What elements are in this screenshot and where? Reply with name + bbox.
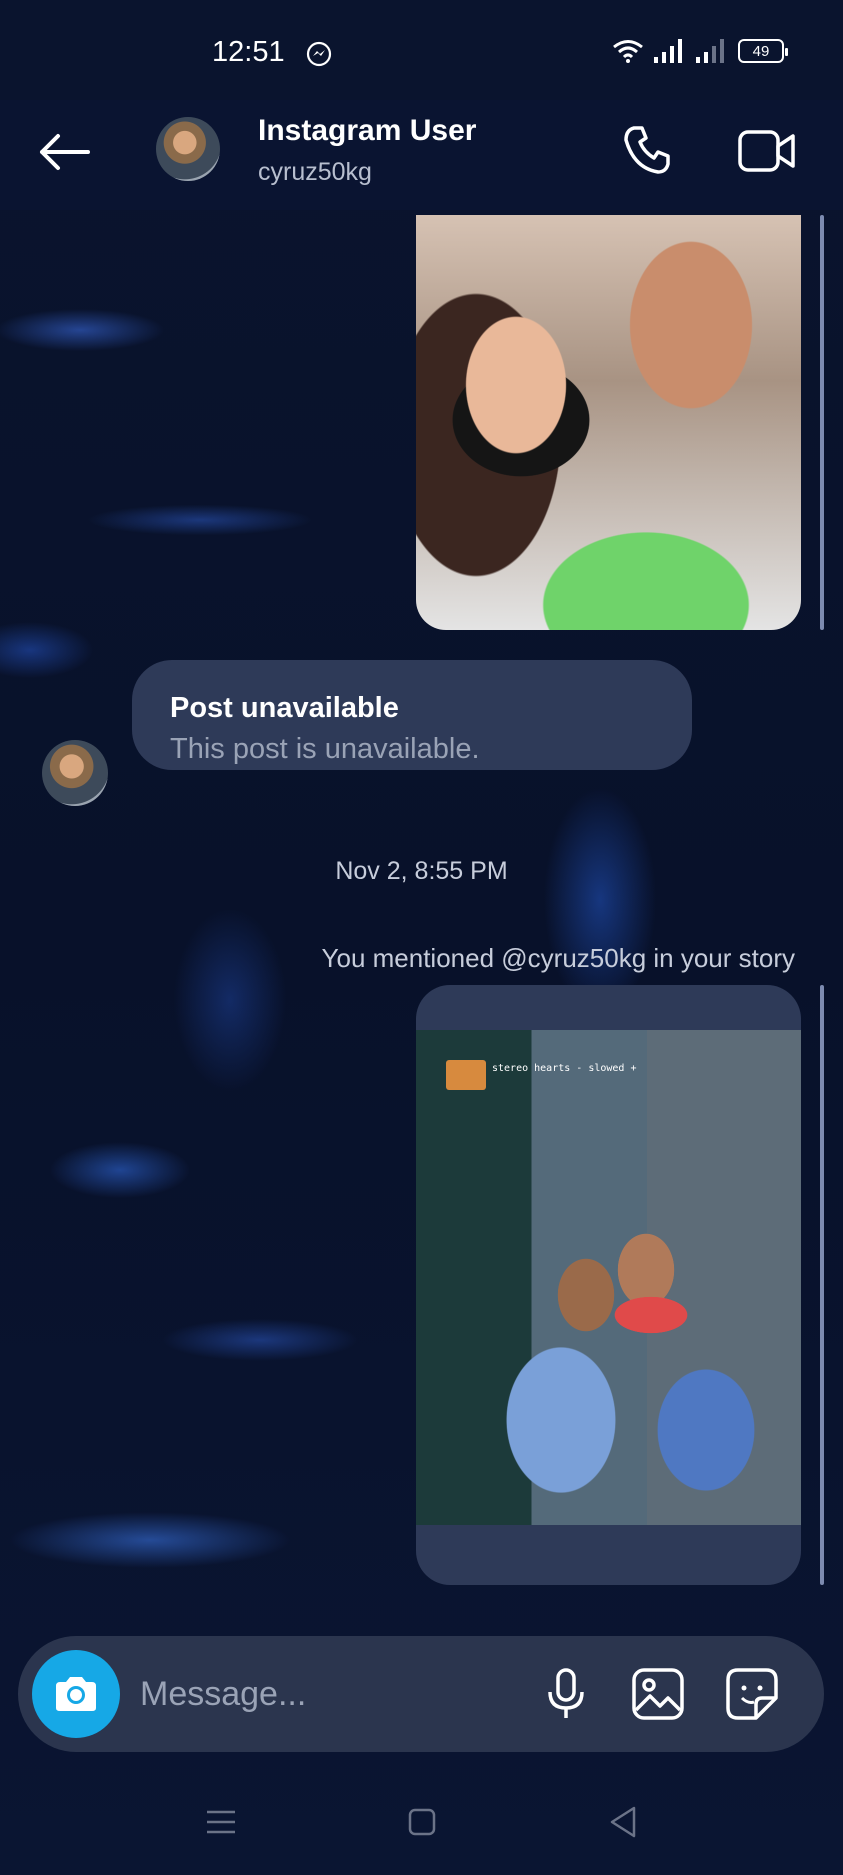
microphone-icon[interactable] xyxy=(538,1666,594,1722)
back-arrow-icon[interactable] xyxy=(36,130,92,174)
signal-icon xyxy=(654,39,682,63)
camera-icon xyxy=(56,1677,96,1711)
gallery-icon[interactable] xyxy=(630,1666,686,1722)
video-camera-icon[interactable] xyxy=(737,124,797,178)
message-indicator-bar xyxy=(820,985,824,1585)
story-mention-card[interactable]: stereo hearts - slowed + xyxy=(416,985,801,1585)
story-mention-label: You mentioned @cyruz50kg in your story xyxy=(321,943,795,973)
sent-photo-message[interactable] xyxy=(416,215,801,630)
music-sticker-text: stereo hearts - slowed + xyxy=(492,1063,637,1074)
status-icons: 49 xyxy=(612,38,788,64)
wifi-icon xyxy=(613,40,643,63)
contact-username[interactable]: cyruz50kg xyxy=(258,158,372,187)
unavailable-post-message[interactable]: Post unavailable This post is unavailabl… xyxy=(132,660,692,770)
status-time: 12:51 xyxy=(212,36,285,68)
avatar[interactable] xyxy=(156,117,220,181)
story-image xyxy=(416,1030,801,1525)
post-title: Post unavailable xyxy=(170,692,399,724)
post-subtitle: This post is unavailable. xyxy=(170,733,480,765)
home-icon[interactable] xyxy=(408,1808,436,1836)
camera-button[interactable] xyxy=(32,1650,120,1738)
message-indicator-bar xyxy=(820,215,824,630)
menu-icon[interactable] xyxy=(205,1808,237,1836)
message-timestamp: Nov 2, 8:55 PM xyxy=(335,857,508,885)
message-composer xyxy=(18,1636,824,1752)
sender-avatar[interactable] xyxy=(42,740,108,806)
battery-level: 49 xyxy=(752,42,770,60)
music-sticker-icon xyxy=(446,1060,486,1090)
message-input[interactable] xyxy=(140,1664,440,1724)
back-icon[interactable] xyxy=(608,1806,638,1838)
status-bar: 12:51 49 xyxy=(0,0,843,100)
battery-icon: 49 xyxy=(738,39,788,63)
chat-header: Instagram User cyruz50kg xyxy=(0,100,843,210)
signal-icon-2 xyxy=(696,39,724,63)
sticker-icon[interactable] xyxy=(724,1666,780,1722)
phone-icon[interactable] xyxy=(620,122,676,178)
messenger-icon xyxy=(306,41,332,67)
contact-name[interactable]: Instagram User xyxy=(258,114,476,148)
